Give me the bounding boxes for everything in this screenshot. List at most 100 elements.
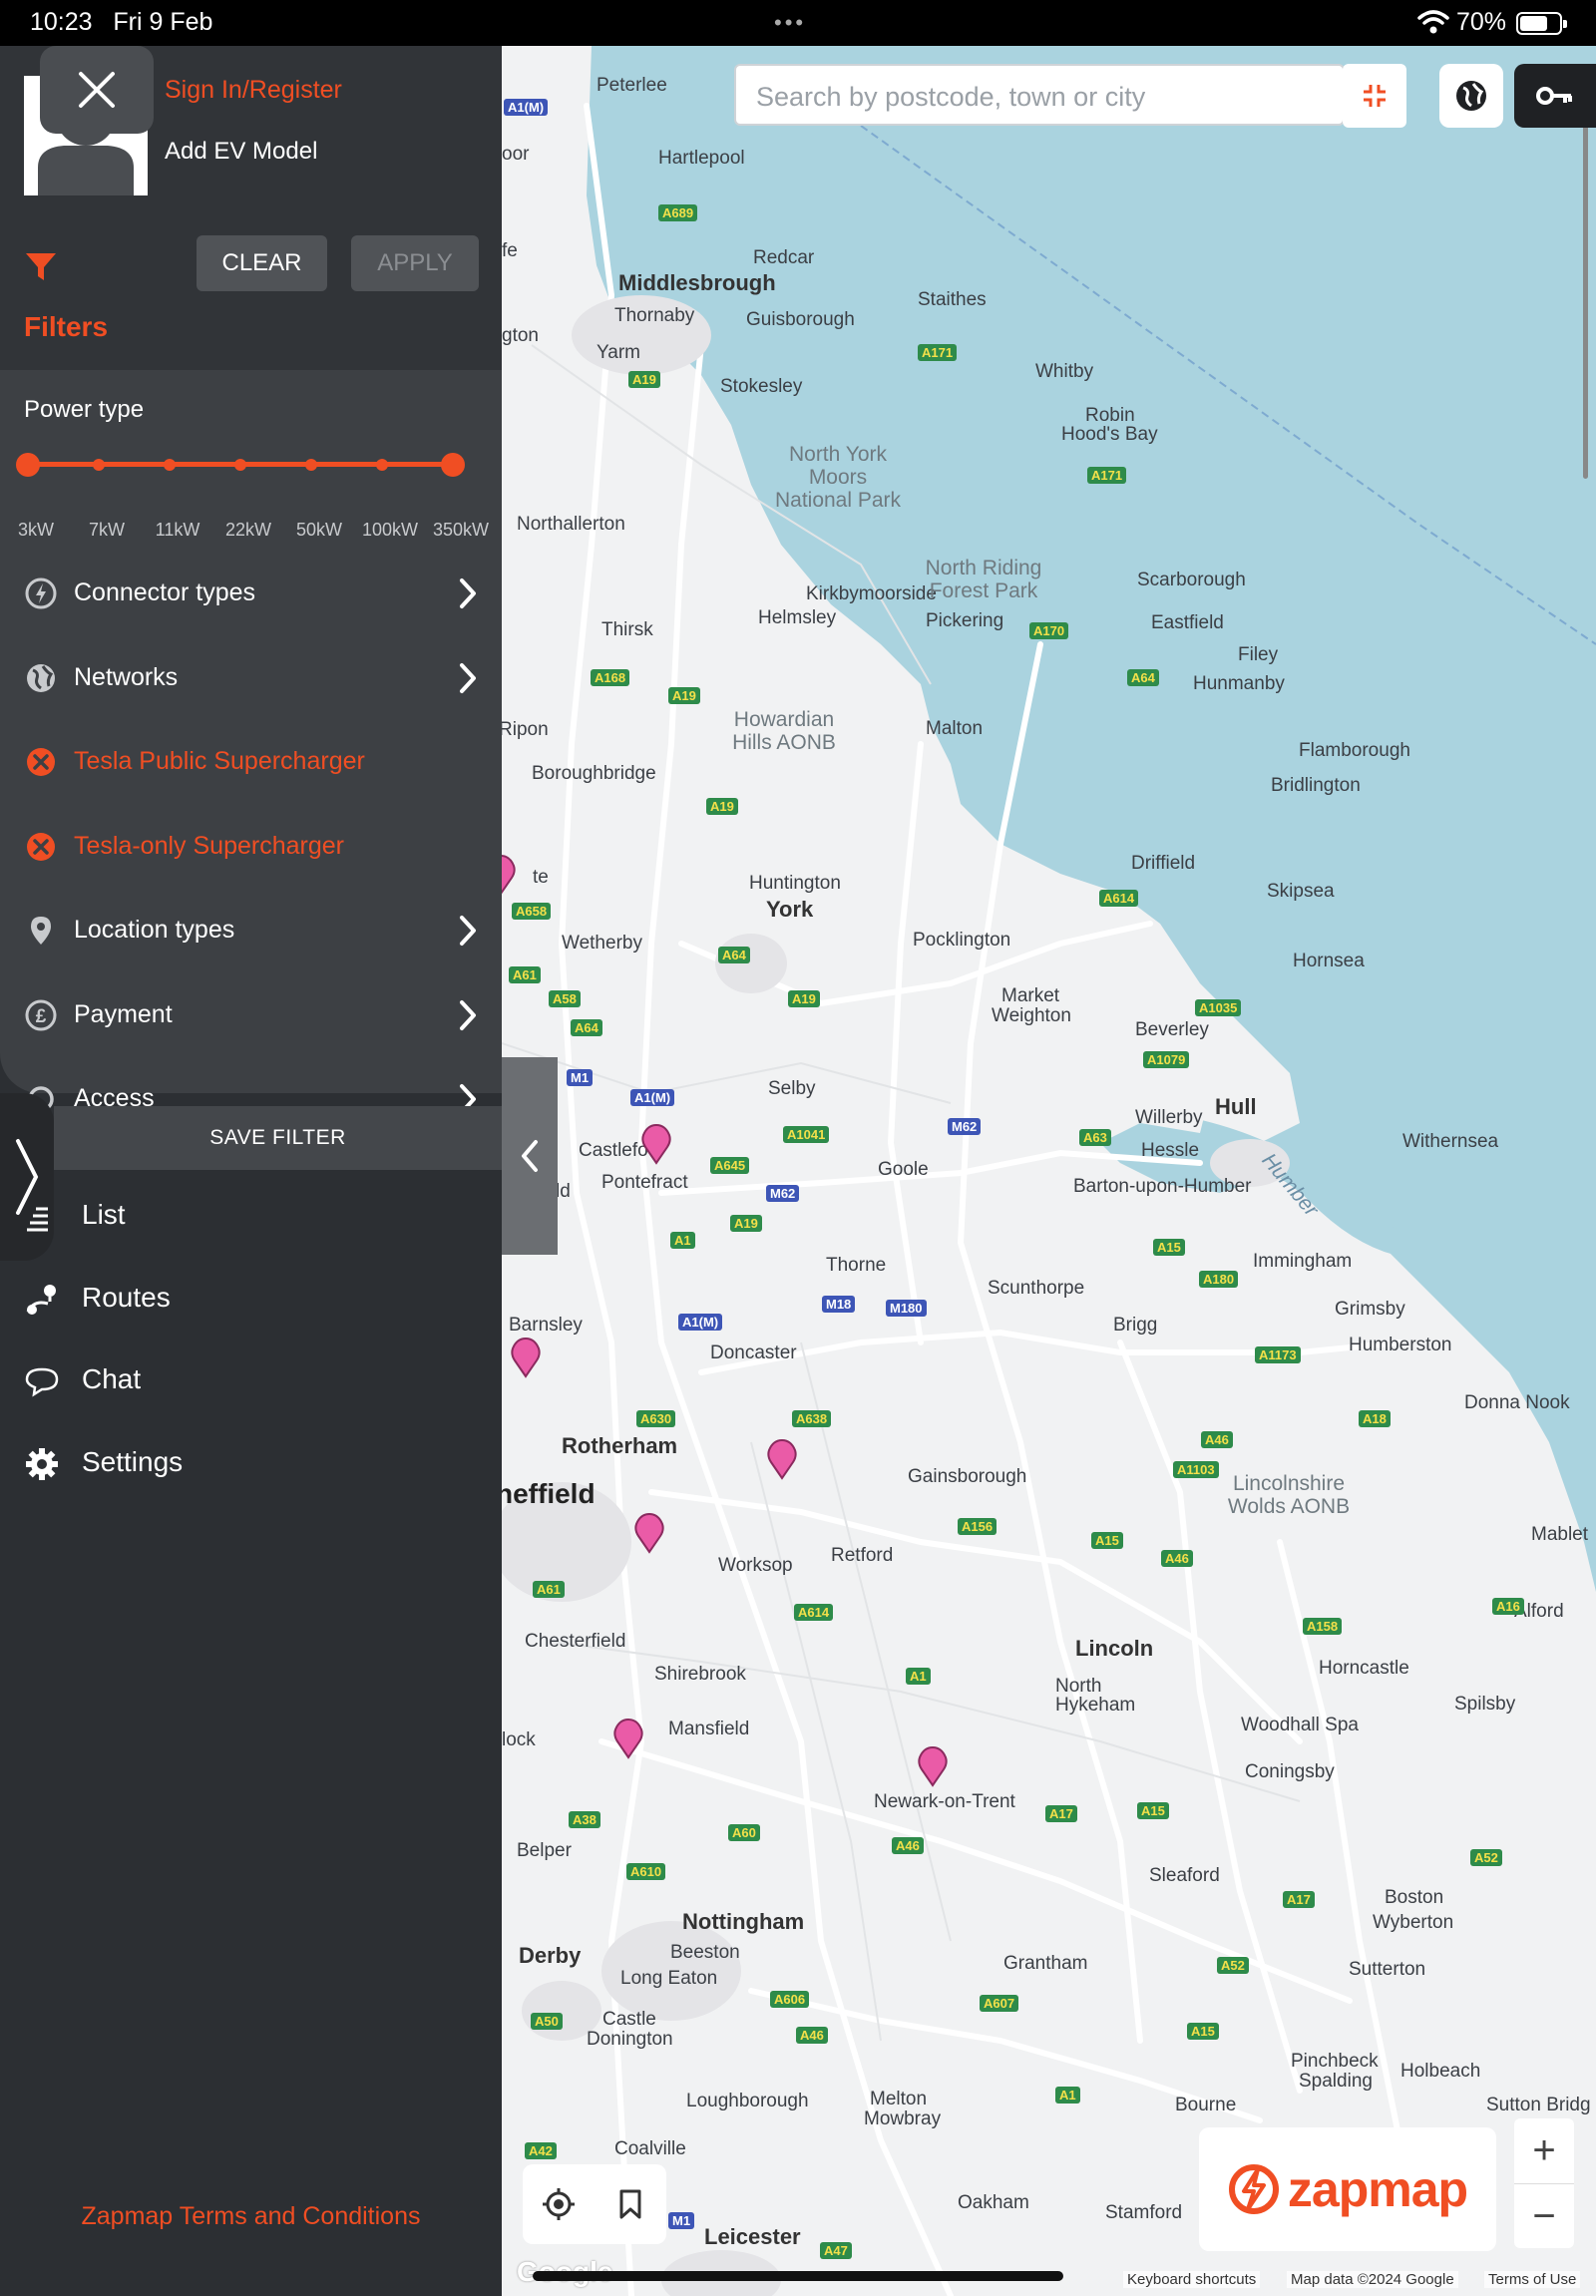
collapse-panel-button[interactable]	[502, 1057, 558, 1255]
map-place-label: Loughborough	[686, 2091, 809, 2111]
apply-filters-button[interactable]: APPLY	[351, 235, 479, 291]
collapse-arrows-icon	[1364, 85, 1386, 107]
charging-location-pin-icon[interactable]	[502, 854, 517, 896]
close-panel-button[interactable]	[40, 46, 154, 134]
map-place-label: Pickering	[926, 610, 1004, 631]
zoom-controls[interactable]: + −	[1514, 2118, 1574, 2248]
map-place-label: Malton	[926, 718, 984, 739]
map-place-label: Melton	[870, 2089, 928, 2109]
map-place-label: Bridlington	[1271, 775, 1361, 796]
map-place-label: Thirsk	[601, 619, 653, 640]
map-place-label: Pinchbeck	[1291, 2051, 1379, 2072]
search-input[interactable]	[756, 80, 1295, 114]
charging-location-pin-icon[interactable]	[510, 1337, 542, 1378]
zoom-in-button[interactable]: +	[1514, 2118, 1574, 2183]
charging-location-pin-icon[interactable]	[640, 1123, 672, 1165]
map-place-label: Barnsley	[509, 1315, 583, 1336]
map-place-label: Spilsby	[1454, 1694, 1516, 1715]
slider-thumb[interactable]	[16, 453, 40, 477]
filter-row-location-types[interactable]: Location types	[0, 888, 502, 971]
road-shield: A15	[1137, 1802, 1169, 1819]
remove-circle-icon	[24, 830, 58, 864]
globe-icon	[1456, 81, 1486, 111]
charging-location-pin-icon[interactable]	[766, 1438, 798, 1480]
filter-row-tesla-only-supercharger[interactable]: Tesla-only Supercharger	[0, 804, 502, 888]
filter-row-networks[interactable]: Networks	[0, 635, 502, 719]
saved-locations-button[interactable]	[608, 2182, 652, 2226]
road-shield: M62	[766, 1185, 800, 1202]
map-place-label: Huntington	[749, 873, 841, 894]
map-place-label: Hunmanby	[1193, 673, 1285, 694]
road-shield: A52	[1470, 1849, 1502, 1866]
road-shield: A614	[1099, 890, 1139, 907]
map-park-label: North Riding Forest Park	[925, 557, 1042, 602]
map-place-label: Northallerton	[517, 514, 625, 535]
search-bar[interactable]	[734, 64, 1345, 126]
map-place-label: Stokesley	[720, 376, 803, 397]
road-shield: A42	[525, 2142, 557, 2159]
map-place-label: Stamford	[1105, 2202, 1183, 2223]
remove-circle-icon	[24, 745, 58, 779]
map-place-label: Wetherby	[562, 933, 642, 954]
zoom-out-button[interactable]: −	[1514, 2184, 1574, 2249]
chevron-right-icon	[455, 998, 481, 1032]
map-place-label: Eastfield	[1151, 612, 1224, 633]
map-place-label: Whitby	[1035, 361, 1094, 382]
slider-thumb[interactable]	[441, 453, 465, 477]
terms-of-use-link[interactable]: Terms of Use	[1484, 2271, 1581, 2288]
filter-row-payment[interactable]: £ Payment	[0, 972, 502, 1056]
map-place-label: Brigg	[1113, 1315, 1158, 1336]
charging-location-pin-icon[interactable]	[917, 1745, 949, 1787]
charging-location-pin-icon[interactable]	[612, 1718, 644, 1759]
map-place-label: gton	[502, 325, 539, 346]
nav-item-chat[interactable]: Chat	[0, 1345, 502, 1415]
map-place-label: Bourne	[1175, 2095, 1237, 2115]
road-shield: A1079	[1143, 1051, 1190, 1068]
my-location-button[interactable]	[537, 2182, 581, 2226]
map-place-label: Guisborough	[746, 309, 855, 330]
filter-row-connector-types[interactable]: Connector types	[0, 551, 502, 634]
road-shield: A15	[1091, 1532, 1123, 1549]
road-shield: A18	[1359, 1410, 1391, 1427]
map-place-label: Peterlee	[597, 75, 667, 96]
map-park-label: Lincolnshire Wolds AONB	[1227, 1472, 1351, 1518]
nav-item-settings[interactable]: Settings	[0, 1428, 502, 1498]
filter-row-label: Tesla-only Supercharger	[74, 831, 344, 860]
multitasking-dots-icon[interactable]: •••	[774, 10, 806, 36]
key-button[interactable]	[1514, 64, 1596, 128]
sign-in-link[interactable]: Sign In/Register	[165, 76, 342, 105]
charging-location-pin-icon[interactable]	[633, 1512, 665, 1554]
map-view[interactable]: Peterlee Hartlepool Redcar Middlesbrough Tho…	[502, 46, 1596, 2296]
power-option-label: 11kW	[155, 520, 200, 540]
map-place-label: Doncaster	[710, 1342, 797, 1363]
road-shield: A60	[728, 1824, 760, 1841]
search-locate-button[interactable]	[1343, 64, 1406, 128]
clear-filters-button[interactable]: CLEAR	[197, 235, 327, 291]
map-place-label: Boston	[1385, 1887, 1444, 1908]
road-shield: A63	[1079, 1129, 1111, 1146]
map-place-label: Sleaford	[1149, 1865, 1220, 1886]
map-place-label: Skipsea	[1267, 881, 1335, 902]
map-place-label: Donna Nook	[1464, 1392, 1570, 1413]
slider-tick	[93, 459, 105, 471]
home-indicator[interactable]	[533, 2271, 1063, 2281]
save-filter-button[interactable]: SAVE FILTER	[54, 1106, 502, 1170]
map-place-label: Weighton	[992, 1005, 1071, 1026]
nav-item-list[interactable]: List	[0, 1181, 502, 1251]
map-place-label: Staithes	[918, 289, 987, 310]
map-layers-button[interactable]	[1439, 64, 1503, 128]
map-place-label: Hessle	[1141, 1140, 1200, 1161]
filter-row-tesla-public-supercharger[interactable]: Tesla Public Supercharger	[0, 719, 502, 803]
add-ev-model-link[interactable]: Add EV Model	[165, 138, 317, 166]
map-place-label: Hornsea	[1293, 951, 1365, 971]
map-place-label: heffield	[502, 1478, 596, 1509]
map-place-label: Horncastle	[1319, 1658, 1409, 1679]
svg-text:£: £	[36, 1006, 47, 1027]
map-park-label: North York Moors National Park	[774, 443, 902, 512]
filter-icon	[26, 253, 56, 280]
keyboard-shortcuts-link[interactable]: Keyboard shortcuts	[1123, 2271, 1261, 2288]
terms-link[interactable]: Zapmap Terms and Conditions	[0, 2202, 502, 2231]
map-place-label: Mowbray	[864, 2108, 942, 2129]
power-type-slider[interactable]	[16, 453, 465, 477]
nav-item-routes[interactable]: Routes	[0, 1264, 502, 1334]
